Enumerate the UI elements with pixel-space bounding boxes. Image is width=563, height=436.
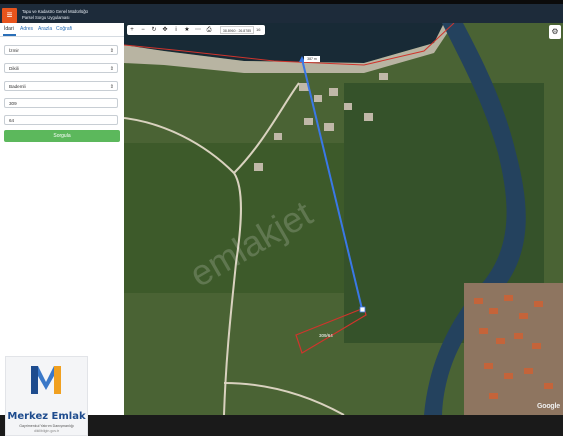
app-title-line2: Parsel Sorgu Uygulaması (22, 14, 70, 20)
app-title: Tapu ve Kadastro Genel Müdürlüğü Parsel … (22, 9, 88, 20)
satellite-map[interactable]: emlakjet + − ↻ ✥ i ★ ⋯ ⎙ 38.8960 : 26.87… (124, 23, 563, 415)
print-icon[interactable]: ⎙ (204, 25, 214, 35)
chevron-updown-icon: ⇕ (109, 48, 114, 54)
block-input[interactable]: 309 (4, 98, 118, 108)
hamburger-icon[interactable]: ≡ (2, 8, 17, 23)
active-tab-indicator (3, 34, 16, 36)
app-title-line1: Tapu ve Kadastro Genel Müdürlüğü (22, 9, 88, 14)
logo-name: Merkez Emlak (7, 411, 86, 422)
query-button[interactable]: Sorgula (4, 130, 120, 142)
province-value: İzmir (9, 48, 19, 53)
chevron-updown-icon: ⇕ (109, 66, 114, 72)
province-select[interactable]: İzmir ⇕ (4, 45, 118, 55)
district-value: Dikili (9, 66, 19, 71)
district-select[interactable]: Dikili ⇕ (4, 63, 118, 73)
parcel-value: 64 (9, 118, 15, 123)
chevron-updown-icon: ⇕ (109, 84, 114, 90)
tab-cografi[interactable]: Coğrafi (56, 26, 72, 32)
company-logo: Merkez Emlak Gayrimenkul Yatırım Danışma… (5, 356, 88, 436)
neighborhood-value: Bademli (9, 84, 26, 89)
tab-idari[interactable]: İdari (4, 26, 14, 32)
tab-adres[interactable]: Adres (20, 26, 33, 32)
refresh-icon[interactable]: ↻ (149, 25, 159, 35)
locate-icon[interactable]: ✥ (160, 25, 170, 35)
logo-tagline: Gayrimenkul Yatırım Danışmanlığı (19, 424, 74, 428)
more-icon[interactable]: ⋯ (193, 25, 203, 35)
coordinate-readout: 38.8960 : 26.8785 (220, 26, 254, 34)
zoom-in-icon[interactable]: + (127, 25, 137, 35)
neighborhood-select[interactable]: Bademli ⇕ (4, 81, 118, 91)
parcel-input[interactable]: 64 (4, 115, 118, 125)
favorite-icon[interactable]: ★ (182, 25, 192, 35)
tab-arazla[interactable]: Arazla (38, 26, 52, 32)
query-sidebar: İdari Adres Arazla Coğrafi İzmir ⇕ Dikil… (0, 23, 125, 436)
map-toolbar: + − ↻ ✥ i ★ ⋯ ⎙ 38.8960 : 26.8785 16 (127, 25, 265, 35)
parcel-label: 309/64 (319, 333, 333, 338)
logo-url: dikilibilgin.gov.tr (33, 429, 60, 433)
app-header: ≡ Tapu ve Kadastro Genel Müdürlüğü Parse… (0, 4, 563, 23)
google-attribution: Google (537, 403, 560, 410)
gear-icon[interactable]: ⚙ (549, 25, 561, 39)
measure-distance-label: 387 m (304, 56, 320, 62)
zoom-level: 16 (256, 27, 261, 32)
map-imagery (124, 23, 563, 415)
info-icon[interactable]: i (171, 25, 181, 35)
logo-m-icon (31, 366, 61, 394)
block-value: 309 (9, 101, 17, 106)
zoom-out-icon[interactable]: − (138, 25, 148, 35)
tab-bar: İdari Adres Arazla Coğrafi (0, 23, 124, 37)
